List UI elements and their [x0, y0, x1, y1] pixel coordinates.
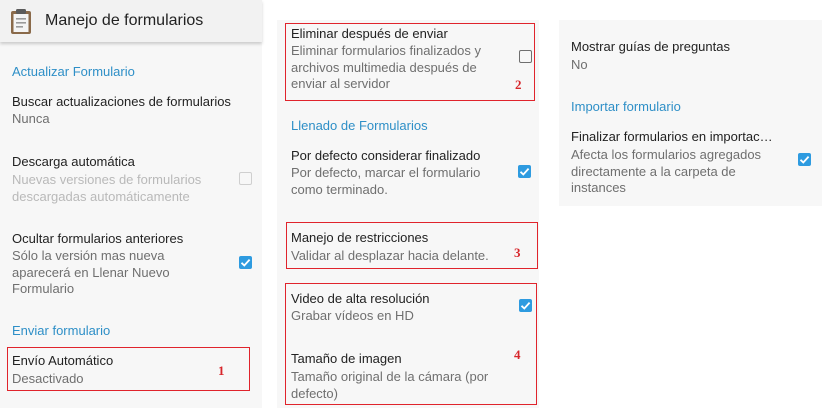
auto-download-checkbox[interactable] [239, 172, 252, 185]
pref-title: Descarga automática [12, 154, 135, 169]
app-bar: Manejo de formularios [0, 0, 262, 42]
finalize-imported-checkbox[interactable] [798, 153, 811, 166]
page-title: Manejo de formularios [45, 12, 204, 29]
clipboard-icon [11, 9, 31, 34]
pref-title: Por defecto considerar finalizado [291, 148, 481, 163]
annotation-box [285, 283, 537, 405]
annotation-box [285, 23, 535, 101]
category-actualizar-formulario: Actualizar Formulario [12, 64, 135, 79]
annotation-number: 3 [514, 245, 521, 260]
pref-summary: Por defecto, marcar el formulario como t… [291, 165, 481, 197]
pref-value: Nunca [12, 111, 50, 126]
pref-summary: Afecta los formularios agregados directa… [571, 147, 762, 195]
category-enviar-formulario: Enviar formulario [12, 323, 111, 338]
pref-title: Buscar actualizaciones de formularios [12, 94, 231, 109]
checkmark-icon [240, 258, 251, 267]
annotation-box [7, 347, 250, 391]
hide-old-forms-checkbox[interactable] [239, 256, 252, 269]
pref-summary: Sólo la versión mas nueva aparecerá en L… [12, 248, 170, 296]
pref-value: No [571, 57, 588, 72]
pref-title: Finalizar formularios en importac… [571, 129, 773, 144]
default-completed-checkbox[interactable] [518, 165, 531, 178]
annotation-number: 2 [515, 77, 522, 92]
annotation-number: 4 [514, 347, 521, 362]
checkmark-icon [519, 167, 530, 176]
checkmark-icon [799, 155, 810, 164]
pref-summary: Nuevas versiones de formularios descarga… [12, 172, 202, 204]
pref-title: Ocultar formularios anteriores [12, 231, 184, 246]
category-llenado-de-formularios: Llenado de Formularios [291, 118, 428, 133]
pref-title: Mostrar guías de preguntas [571, 39, 730, 54]
annotation-box [286, 222, 538, 269]
category-importar-formulario: Importar formulario [571, 99, 681, 114]
annotation-number: 1 [218, 363, 225, 378]
